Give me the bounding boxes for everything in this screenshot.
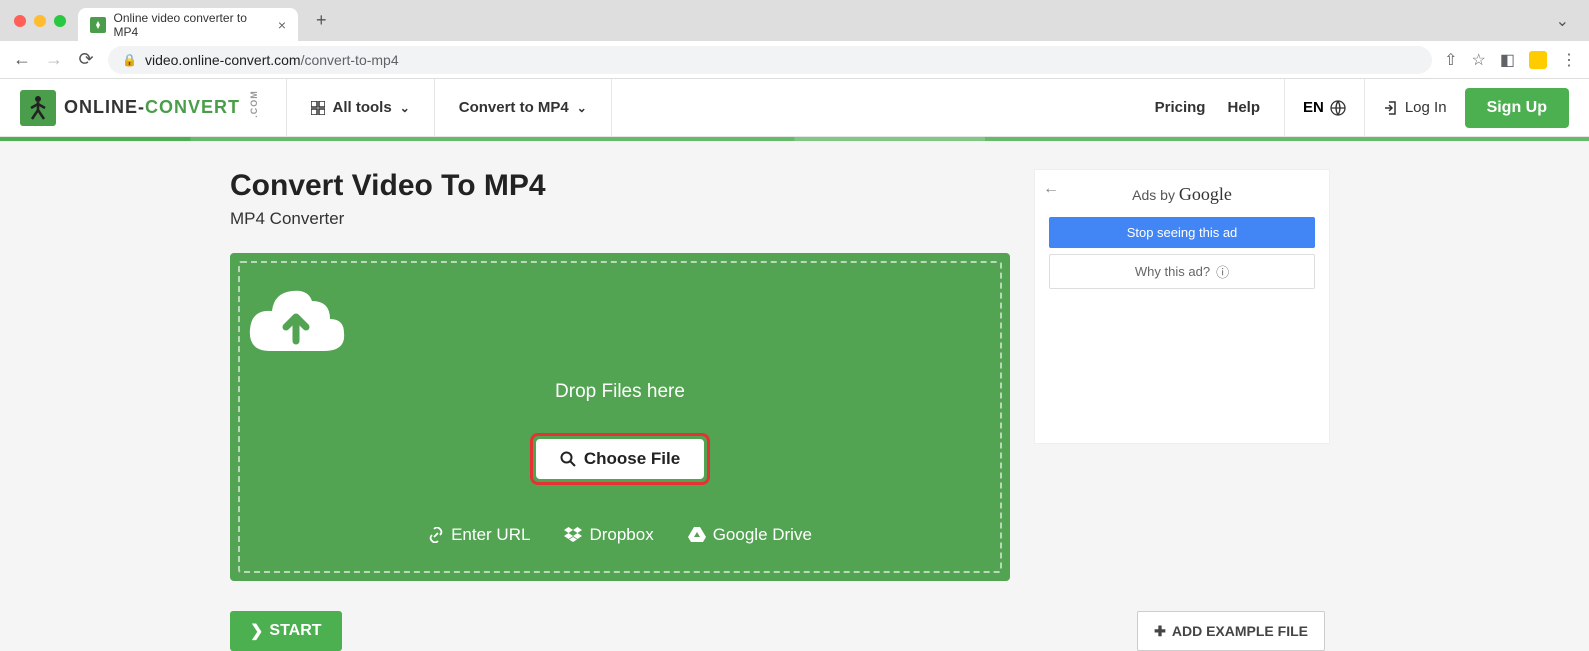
drop-files-label: Drop Files here	[240, 381, 1000, 403]
choose-file-label: Choose File	[584, 449, 680, 469]
share-icon[interactable]: ⇧	[1444, 50, 1457, 70]
pricing-link[interactable]: Pricing	[1149, 99, 1212, 116]
google-drive-button[interactable]: Google Drive	[688, 525, 812, 545]
choose-file-button[interactable]: Choose File	[536, 439, 704, 479]
window-maximize-button[interactable]	[54, 15, 66, 27]
tab-close-icon[interactable]: ×	[278, 17, 286, 33]
ad-back-icon[interactable]: ←	[1043, 180, 1059, 198]
grid-icon	[311, 101, 325, 115]
info-icon: ⓘ	[1216, 262, 1229, 281]
logo-icon	[20, 90, 56, 126]
login-icon	[1383, 100, 1399, 116]
all-tools-menu[interactable]: All tools ⌄	[305, 99, 416, 116]
url-domain: video.online-convert.com	[145, 52, 301, 68]
login-label: Log In	[1405, 99, 1447, 116]
tab-title: Online video converter to MP4	[114, 11, 270, 39]
ad-header: Ads by Google	[1049, 184, 1315, 205]
plus-icon: ✚	[1154, 623, 1166, 640]
lock-icon: 🔒	[122, 53, 137, 67]
bookmark-icon[interactable]: ☆	[1472, 50, 1486, 70]
browser-tab-bar: Online video converter to MP4 × + ⌄	[0, 0, 1589, 41]
dropbox-button[interactable]: Dropbox	[564, 525, 653, 545]
browser-toolbar: ← → ⟳ 🔒 video.online-convert.com/convert…	[0, 41, 1589, 79]
dropbox-label: Dropbox	[589, 525, 653, 545]
site-logo[interactable]: ONLINE-CONVERT.COM	[20, 90, 268, 126]
file-drop-zone[interactable]: Drop Files here Choose File Enter	[230, 253, 1010, 581]
start-button[interactable]: ❯ START	[230, 611, 342, 651]
panel-icon[interactable]: ◧	[1500, 50, 1515, 70]
login-button[interactable]: Log In	[1383, 99, 1447, 116]
language-selector[interactable]: EN	[1303, 99, 1346, 116]
language-label: EN	[1303, 99, 1324, 116]
convert-to-menu[interactable]: Convert to MP4 ⌄	[453, 99, 593, 116]
back-button[interactable]: ←	[12, 49, 32, 70]
link-icon	[428, 527, 444, 543]
enter-url-label: Enter URL	[451, 525, 530, 545]
chevron-right-icon: ❯	[250, 621, 263, 641]
page-title: Convert Video To MP4	[230, 169, 1010, 203]
reload-button[interactable]: ⟳	[76, 49, 96, 70]
extension-icon[interactable]	[1529, 51, 1547, 69]
help-link[interactable]: Help	[1221, 99, 1266, 116]
ad-stop-button[interactable]: Stop seeing this ad	[1049, 217, 1315, 248]
dropbox-icon	[564, 527, 582, 543]
choose-file-highlight: Choose File	[530, 433, 710, 485]
enter-url-button[interactable]: Enter URL	[428, 525, 530, 545]
start-label: START	[269, 622, 321, 640]
ad-why-button[interactable]: Why this ad? ⓘ	[1049, 254, 1315, 289]
signup-button[interactable]: Sign Up	[1465, 88, 1569, 128]
main-content: Convert Video To MP4 MP4 Converter Drop …	[0, 141, 1589, 651]
google-drive-icon	[688, 527, 706, 543]
new-tab-button[interactable]: +	[316, 10, 327, 31]
google-drive-label: Google Drive	[713, 525, 812, 545]
forward-button[interactable]: →	[44, 49, 64, 70]
globe-icon	[1330, 100, 1346, 116]
search-icon	[560, 451, 576, 467]
convert-to-label: Convert to MP4	[459, 99, 569, 116]
chevron-down-icon: ⌄	[400, 101, 410, 115]
all-tools-label: All tools	[333, 99, 392, 116]
menu-icon[interactable]: ⋮	[1561, 50, 1577, 70]
window-controls	[14, 15, 66, 27]
cloud-upload-icon	[240, 289, 1000, 367]
add-example-file-button[interactable]: ✚ ADD EXAMPLE FILE	[1137, 611, 1325, 651]
browser-tab[interactable]: Online video converter to MP4 ×	[78, 8, 298, 41]
url-path: /convert-to-mp4	[301, 52, 399, 68]
chevron-down-icon: ⌄	[577, 101, 587, 115]
browser-toolbar-icons: ⇧ ☆ ◧ ⋮	[1444, 50, 1577, 70]
url-bar[interactable]: 🔒 video.online-convert.com/convert-to-mp…	[108, 46, 1432, 74]
page-subtitle: MP4 Converter	[230, 209, 1010, 229]
tabs-dropdown-icon[interactable]: ⌄	[1556, 11, 1569, 31]
window-close-button[interactable]	[14, 15, 26, 27]
site-header: ONLINE-CONVERT.COM All tools ⌄ Convert t…	[0, 79, 1589, 137]
ad-panel: ← Ads by Google Stop seeing this ad Why …	[1034, 169, 1330, 444]
tab-favicon	[90, 17, 106, 33]
window-minimize-button[interactable]	[34, 15, 46, 27]
add-example-label: ADD EXAMPLE FILE	[1172, 623, 1308, 639]
logo-text: ONLINE-CONVERT.COM	[64, 97, 268, 118]
